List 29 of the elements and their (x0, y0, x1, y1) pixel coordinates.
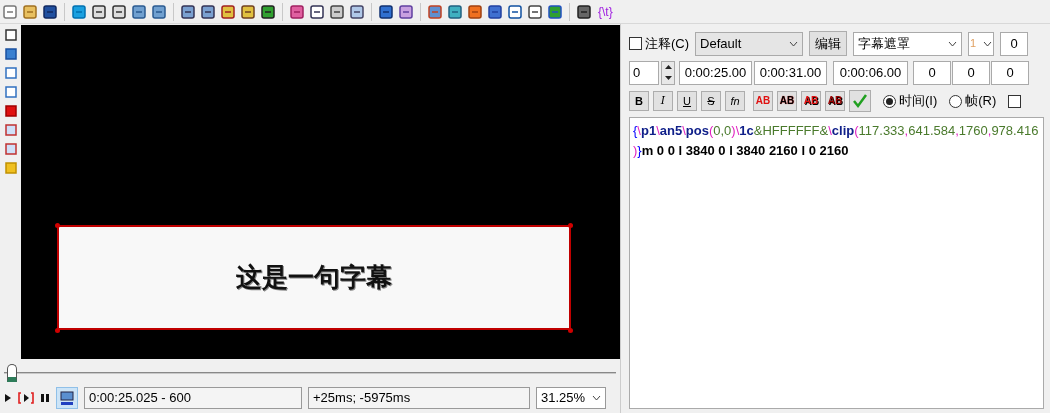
duration-field[interactable]: 0:00:06.00 (833, 60, 908, 85)
time-field[interactable]: 0:00:25.025 - 600 (84, 387, 302, 409)
color-button[interactable]: AB (825, 91, 845, 111)
edit-button[interactable]: 编辑 (809, 31, 848, 56)
comment-label: 注释(C) (645, 34, 690, 53)
offset-field[interactable]: +25ms; -5975ms (308, 387, 530, 409)
subtitle-text-editor[interactable]: {\p1\an5\pos(0,0)\1c&HFFFFFF&\clip(117.333,641.584,1760,978.416 )}m 0 0 l 3840 0 l 3840 2160 l 0 2160 (629, 117, 1044, 409)
font-button[interactable]: fn (725, 91, 745, 111)
margin-field[interactable]: 0 (952, 60, 990, 85)
strikeout-button[interactable]: S (701, 91, 721, 111)
style-dropdown[interactable]: Default (695, 31, 804, 56)
italic-button[interactable]: I (653, 91, 673, 111)
color-button[interactable]: AB (777, 91, 797, 111)
layer-field[interactable]: 0 (629, 60, 659, 85)
radio-option[interactable]: 帧(R) (949, 91, 997, 111)
transform-tag-button[interactable]: {\t} (596, 2, 615, 21)
actor-dropdown[interactable]: 字幕遮罩 (853, 31, 963, 56)
end-time-field[interactable]: 0:00:31.00 (754, 60, 827, 85)
start-time-field[interactable]: 0:00:25.00 (679, 60, 752, 85)
margin-field[interactable]: 0 (991, 60, 1029, 85)
color-button[interactable]: AB (753, 91, 773, 111)
radio-option[interactable]: 时间(I) (883, 91, 938, 111)
margin-field[interactable]: 0 (913, 60, 951, 85)
color-button[interactable]: AB (801, 91, 821, 111)
subtitle-text: 这是一句字幕 (236, 261, 392, 294)
zoom-dropdown[interactable]: 31.25% (536, 387, 606, 409)
bold-button[interactable]: B (629, 91, 649, 111)
margin-field[interactable]: 0 (1000, 31, 1029, 56)
underline-button[interactable]: U (677, 91, 697, 111)
